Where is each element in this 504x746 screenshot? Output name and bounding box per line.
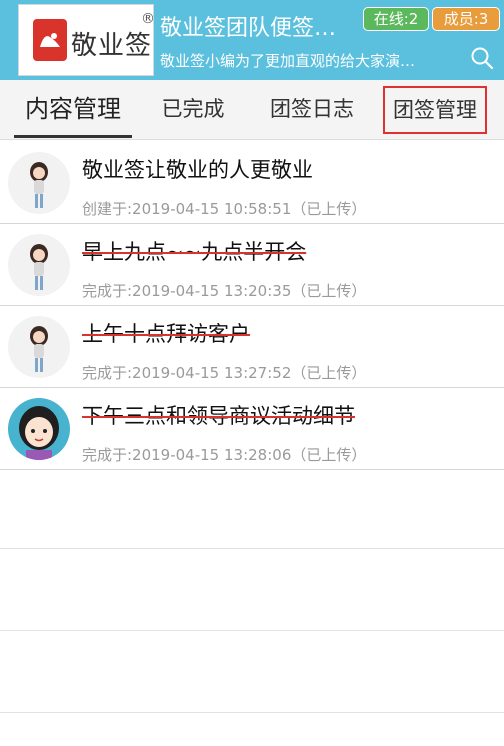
team-subtitle: 敬业签小编为了更加直观的给大家演… <box>160 52 416 70</box>
online-count-badge[interactable]: 在线:2 <box>363 7 429 31</box>
active-tab-indicator <box>14 135 132 138</box>
list-item[interactable]: 敬业签让敬业的人更敬业 创建于:2019-04-15 10:58:51（已上传） <box>0 142 504 224</box>
tab-team-management[interactable]: 团签管理 <box>383 86 487 134</box>
task-timestamp: 完成于:2019-04-15 13:28:06（已上传） <box>82 446 367 464</box>
girl-avatar-icon <box>8 234 70 296</box>
logo-text: 敬业签 <box>71 31 153 61</box>
task-title: 敬业签让敬业的人更敬业 <box>82 158 313 182</box>
task-title: 上午十点拜访客户 <box>82 322 250 346</box>
app-logo: 敬业签 ® <box>18 4 155 76</box>
registered-mark: ® <box>141 11 155 27</box>
team-title[interactable]: 敬业签团队便签… <box>160 10 360 42</box>
list-divider <box>0 548 504 549</box>
girl-avatar-icon <box>8 316 70 378</box>
list-item[interactable]: 下午三点和领导商议活动细节 完成于:2019-04-15 13:28:06（已上… <box>0 388 504 470</box>
task-list: 敬业签让敬业的人更敬业 创建于:2019-04-15 10:58:51（已上传）… <box>0 142 504 470</box>
task-title: 下午三点和领导商议活动细节 <box>82 404 355 428</box>
tab-bar: 内容管理 已完成 团签日志 团签管理 <box>0 80 504 140</box>
list-divider <box>0 630 504 631</box>
tab-team-log[interactable]: 团签日志 <box>262 80 362 140</box>
cartoon-girl-avatar-icon <box>8 398 70 460</box>
member-count-badge[interactable]: 成员:3 <box>432 7 500 31</box>
tab-completed[interactable]: 已完成 <box>148 80 238 140</box>
task-timestamp: 完成于:2019-04-15 13:27:52（已上传） <box>82 364 367 382</box>
task-timestamp: 创建于:2019-04-15 10:58:51（已上传） <box>82 200 367 218</box>
list-divider <box>0 712 504 713</box>
list-item[interactable]: 早上九点~~九点半开会 完成于:2019-04-15 13:20:35（已上传） <box>0 224 504 306</box>
task-timestamp: 完成于:2019-04-15 13:20:35（已上传） <box>82 282 367 300</box>
girl-avatar-icon <box>8 152 70 214</box>
list-item[interactable]: 上午十点拜访客户 完成于:2019-04-15 13:27:52（已上传） <box>0 306 504 388</box>
app-header: 敬业签 ® 敬业签团队便签… 敬业签小编为了更加直观的给大家演… 在线:2 成员… <box>0 0 504 80</box>
tab-content-management[interactable]: 内容管理 <box>14 80 132 140</box>
task-title: 早上九点~~九点半开会 <box>82 240 307 264</box>
search-icon[interactable] <box>470 46 494 70</box>
logo-mark-icon <box>33 19 67 61</box>
